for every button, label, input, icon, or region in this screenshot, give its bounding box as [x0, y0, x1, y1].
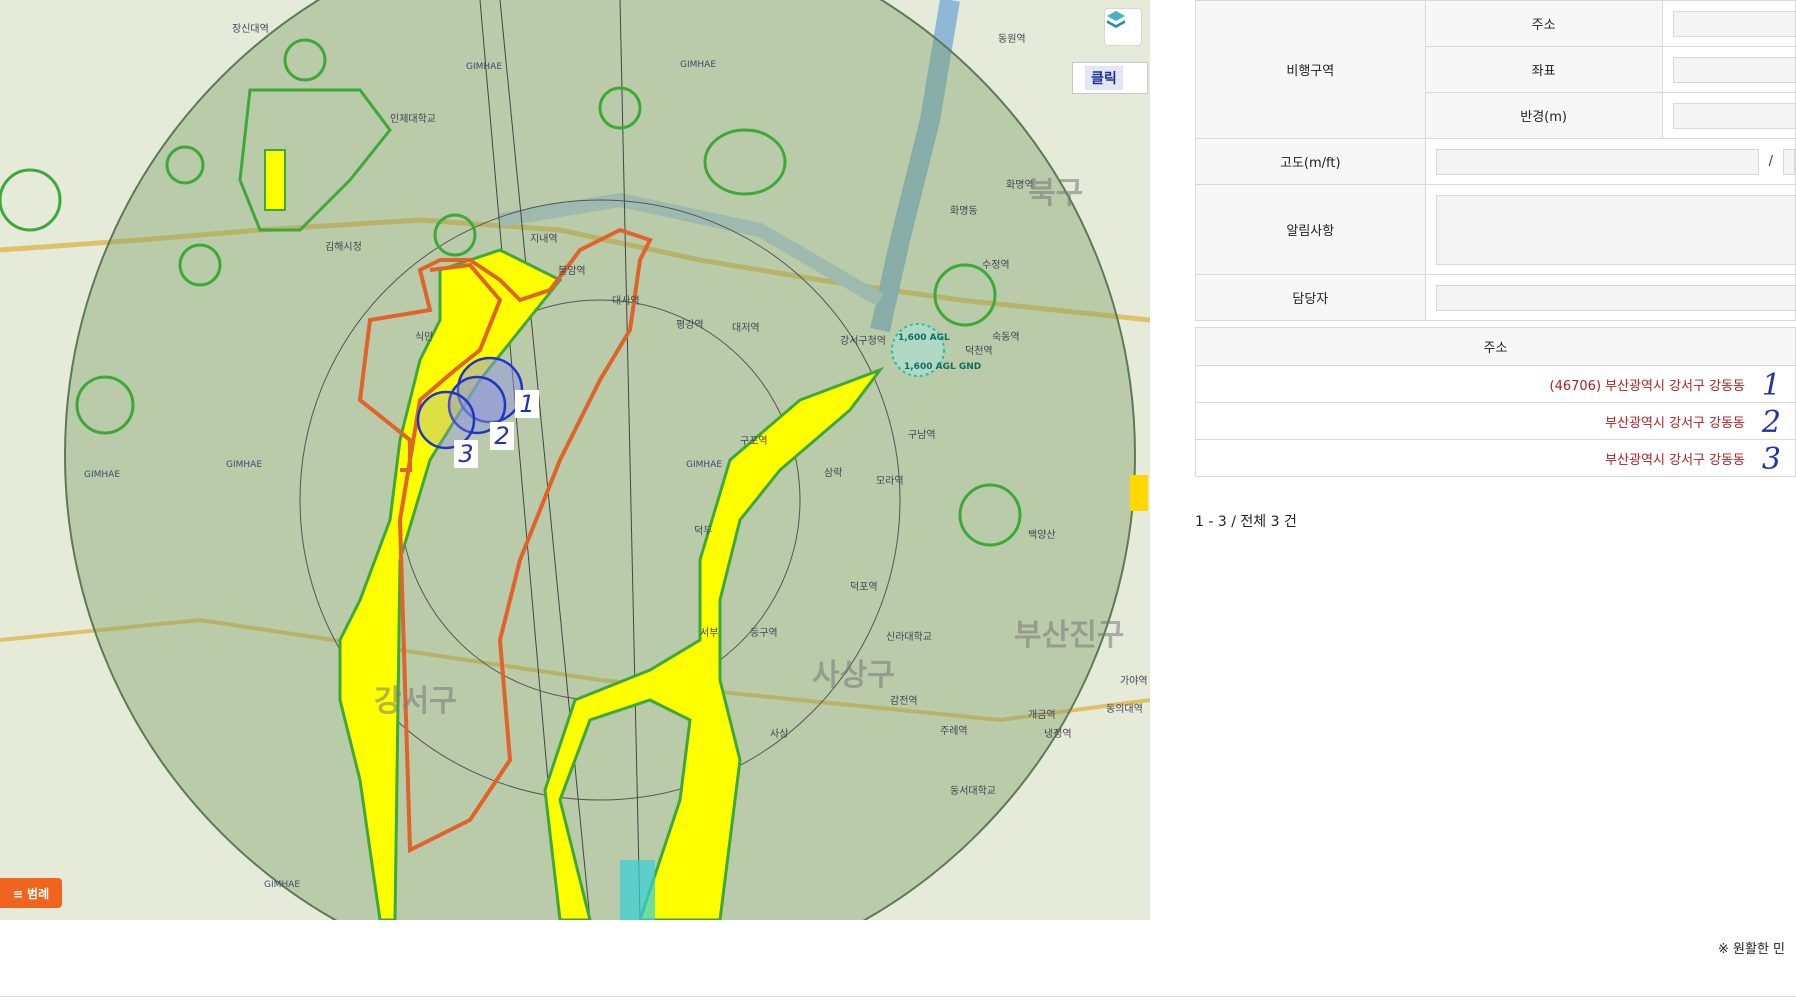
district-label: 사상구	[812, 658, 895, 693]
map-label: 화명동	[950, 206, 978, 217]
map-label: 삼락	[824, 468, 843, 479]
altitude-m-input[interactable]	[1435, 148, 1759, 175]
map-label: 동의대역	[1106, 704, 1143, 715]
divider	[0, 996, 1796, 997]
map-label: 덕포역	[850, 582, 878, 593]
altitude-separator: /	[1768, 154, 1773, 169]
airspace-hatch	[620, 860, 655, 920]
map-label: 불암역	[558, 266, 586, 277]
map-view[interactable]: 장신대역 인제대학교 김해시청 지내역 불암역 대사역 식만 평강역 대저역 강…	[0, 0, 1150, 920]
altitude-ft-input[interactable]	[1783, 148, 1795, 175]
map-label: 등구역	[750, 628, 778, 639]
address-row[interactable]: 부산광역시 강서구 강동동 2	[1195, 402, 1796, 440]
map-label: 대사역	[612, 296, 640, 307]
layer-toggle-button[interactable]	[1104, 8, 1142, 46]
map-label: 서부	[700, 628, 719, 639]
altitude-cell: /	[1424, 138, 1796, 185]
gimhae-label: GIMHAE	[264, 880, 301, 890]
map-label: 평강역	[676, 320, 704, 331]
map-label: 주례역	[940, 726, 968, 737]
address-index: 3	[1761, 442, 1781, 477]
point-marker-1[interactable]: 1	[515, 390, 539, 418]
map-label: 대저역	[732, 323, 760, 334]
gimhae-label: GIMHAE	[84, 470, 121, 480]
map-label: 김해시청	[325, 242, 362, 253]
district-label: 강서구	[374, 684, 457, 719]
notice-cell	[1424, 184, 1796, 275]
address-list-table: 주소 (46706) 부산광역시 강서구 강동동 1 부산광역시 강서구 강동동 2…	[1195, 327, 1796, 477]
address-input[interactable]	[1672, 10, 1796, 37]
map-label: 수정역	[982, 260, 1010, 271]
map-label: 개금역	[1028, 710, 1056, 721]
legend-button[interactable]: ≡ 범례	[0, 878, 62, 908]
map-label: 인제대학교	[390, 114, 436, 125]
address-text: 부산광역시 강서구 강동동	[1605, 415, 1745, 431]
map-label: 백양산	[1028, 530, 1056, 541]
click-button[interactable]: 클릭	[1072, 62, 1148, 94]
district-label: 부산진구	[1014, 618, 1125, 653]
map-label: 구남역	[908, 430, 936, 441]
map-label: 냉정역	[1044, 729, 1072, 740]
manager-input[interactable]	[1435, 284, 1796, 311]
point-marker-2[interactable]: 2	[490, 422, 514, 450]
address-text: (46706) 부산광역시 강서구 강동동	[1549, 378, 1745, 394]
map-label: 장신대역	[232, 24, 269, 35]
gimhae-label: GIMHAE	[680, 60, 717, 70]
info-panel: 비행구역 주소 좌표 반경(m) 고도(m/ft) / 알림사항 담당자 주소 …	[1195, 0, 1796, 531]
map-label: 숙동역	[992, 332, 1020, 343]
map-label: 신라대학교	[886, 632, 932, 643]
yellow-zone	[264, 149, 286, 211]
zone-sign	[1130, 475, 1148, 511]
gimhae-label: GIMHAE	[686, 460, 723, 470]
result-count: 1 - 3 / 전체 3 건	[1195, 514, 1297, 530]
airspace-label: 1,600 AGL	[898, 333, 950, 343]
gimhae-label: GIMHAE	[466, 62, 503, 72]
layers-icon	[1107, 11, 1125, 28]
click-button-label: 클릭	[1085, 66, 1123, 90]
gimhae-label: GIMHAE	[226, 460, 263, 470]
footer-notice: ※ 원활한 민	[1718, 942, 1785, 957]
address-label: 주소	[1424, 0, 1663, 47]
address-row[interactable]: 부산광역시 강서구 강동동 3	[1195, 439, 1796, 477]
radius-label: 반경(m)	[1424, 92, 1663, 139]
address-index: 2	[1761, 405, 1781, 440]
airspace-label: 1,600 AGL GND	[904, 362, 982, 372]
notice-label: 알림사항	[1195, 184, 1426, 275]
map-label: 동원역	[998, 34, 1026, 45]
map-label: 덕천역	[965, 346, 993, 357]
notice-textarea[interactable]	[1435, 194, 1796, 265]
radius-cell	[1661, 92, 1796, 139]
radius-input[interactable]	[1672, 102, 1796, 129]
map-label: 모라역	[876, 476, 904, 487]
coord-input[interactable]	[1672, 56, 1796, 83]
map-label: 동서대학교	[950, 786, 996, 797]
flight-info-table: 비행구역 주소 좌표 반경(m) 고도(m/ft) / 알림사항 담당자	[1195, 0, 1796, 321]
altitude-label: 고도(m/ft)	[1195, 138, 1426, 185]
map-label: 지내역	[530, 234, 558, 245]
point-marker-3[interactable]: 3	[454, 440, 478, 468]
address-cell	[1661, 0, 1796, 47]
coord-label: 좌표	[1424, 46, 1663, 93]
map-label: 가야역	[1120, 676, 1148, 687]
map-label: 사상	[770, 729, 789, 740]
flight-zone-label: 비행구역	[1195, 0, 1426, 139]
map-label: 식만	[415, 332, 434, 343]
map-label: 강서구청역	[840, 336, 886, 347]
manager-label: 담당자	[1195, 274, 1426, 321]
address-list-header: 주소	[1195, 327, 1796, 366]
map-label: 덕두	[694, 526, 713, 537]
address-index: 1	[1761, 368, 1781, 403]
address-row[interactable]: (46706) 부산광역시 강서구 강동동 1	[1195, 365, 1796, 403]
manager-cell	[1424, 274, 1796, 321]
coord-cell	[1661, 46, 1796, 93]
address-text: 부산광역시 강서구 강동동	[1605, 452, 1745, 468]
map-label: 구포역	[740, 436, 768, 447]
map-label: 감전역	[890, 696, 918, 707]
district-label: 북구	[1028, 176, 1084, 211]
